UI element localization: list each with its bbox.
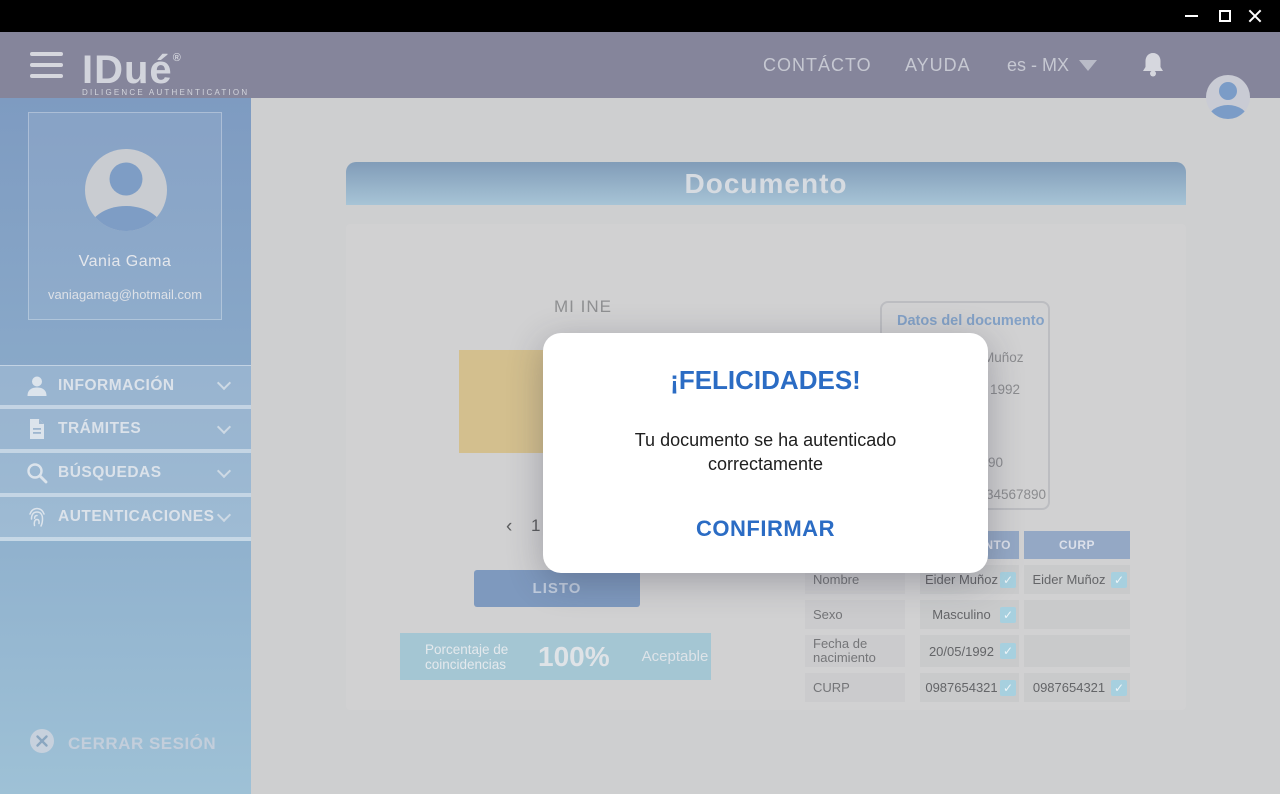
table-row: CURP 0987654321 ✓ 0987654321 ✓ (805, 673, 1131, 702)
listo-button[interactable]: LISTO (474, 570, 640, 607)
language-value: es - MX (1007, 55, 1069, 76)
sidebar-item-busquedas[interactable]: BÚSQUEDAS (0, 453, 251, 497)
confirm-button[interactable]: CONFIRMAR (543, 516, 988, 542)
language-selector[interactable]: es - MX (1007, 32, 1097, 98)
column-header-curp: CURP (1024, 531, 1130, 559)
document-data-value: 1992 (990, 382, 1020, 397)
modal-message: Tu documento se ha autenticado correctam… (595, 428, 936, 476)
document-data-title: Datos del documento (897, 313, 1097, 329)
curp-value-cell: 0987654321 ✓ (1024, 673, 1130, 702)
search-icon (26, 462, 48, 484)
chevron-down-icon (217, 376, 231, 390)
row-label: Fecha de nacimiento (805, 635, 905, 667)
curp-value-cell: ✓ (1024, 635, 1130, 667)
app-header: IDué® DILIGENCE AUTHENTICATION CONTÁCTO … (0, 32, 1280, 98)
app-window: IDué® DILIGENCE AUTHENTICATION CONTÁCTO … (0, 0, 1280, 794)
document-icon (26, 418, 48, 440)
logo-subtitle: DILIGENCE AUTHENTICATION (82, 88, 249, 97)
logout-label: CERRAR SESIÓN (68, 734, 216, 754)
logo-title: IDué® (82, 36, 249, 92)
document-data-value: 90 (988, 455, 1003, 470)
person-icon (26, 375, 48, 397)
doc-value-cell: Masculino ✓ (920, 600, 1019, 629)
sidebar-item-tramites[interactable]: TRÁMITES (0, 409, 251, 453)
chevron-down-icon (217, 419, 231, 433)
maximize-icon (1219, 10, 1231, 22)
sidebar-item-informacion[interactable]: INFORMACIÓN (0, 365, 251, 409)
profile-avatar (85, 149, 167, 231)
sidebar-item-label: BÚSQUEDAS (58, 464, 219, 482)
sidebar-item-label: AUTENTICACIONES (58, 508, 219, 526)
caret-down-icon (1079, 60, 1097, 71)
row-label: Sexo (805, 600, 905, 629)
match-status: Aceptable (642, 648, 709, 665)
profile-email: vaniagamag@hotmail.com (29, 287, 221, 302)
doc-value-cell: 0987654321 ✓ (920, 673, 1019, 702)
minimize-button[interactable] (1174, 0, 1208, 32)
menu-hamburger-icon[interactable] (30, 52, 63, 78)
profile-name: Vania Gama (29, 253, 221, 271)
nav-help-link[interactable]: AYUDA (905, 32, 971, 98)
minimize-icon (1185, 15, 1198, 17)
document-data-value: 34567890 (986, 487, 1046, 502)
pagination-prev-icon[interactable]: ‹ (506, 516, 512, 538)
fingerprint-icon (26, 506, 48, 528)
table-row: Fecha de nacimiento 20/05/1992 ✓ ✓ (805, 635, 1131, 667)
checkbox-checked[interactable]: ✓ (1000, 572, 1016, 588)
chevron-down-icon (217, 463, 231, 477)
sidebar-nav: INFORMACIÓN TRÁMITES BÚSQUEDAS (0, 365, 251, 541)
checkbox-checked[interactable]: ✓ (1000, 643, 1016, 659)
sidebar-item-autenticaciones[interactable]: AUTENTICACIONES (0, 497, 251, 541)
app-logo[interactable]: IDué® DILIGENCE AUTHENTICATION (82, 36, 249, 97)
match-value: 100% (538, 641, 610, 673)
user-avatar[interactable] (1206, 75, 1250, 119)
table-row: Sexo Masculino ✓ ✓ (805, 600, 1131, 629)
document-name-label: MI INE (493, 297, 673, 317)
success-modal: ¡FELICIDADES! Tu documento se ha autenti… (543, 333, 988, 573)
doc-value-cell: 20/05/1992 ✓ (920, 635, 1019, 667)
close-circle-icon (30, 729, 54, 758)
modal-title: ¡FELICIDADES! (543, 365, 988, 396)
sidebar-item-label: TRÁMITES (58, 420, 219, 438)
nav-contact-link[interactable]: CONTÁCTO (763, 32, 872, 98)
maximize-button[interactable] (1208, 0, 1242, 32)
document-data-value: Muñoz (983, 350, 1024, 365)
checkbox-checked[interactable]: ✓ (1000, 607, 1016, 623)
checkbox-checked[interactable]: ✓ (1111, 572, 1127, 588)
notifications-bell-icon[interactable] (1141, 52, 1165, 78)
logout-button[interactable]: CERRAR SESIÓN (30, 729, 216, 758)
checkbox-checked[interactable]: ✓ (1000, 680, 1016, 696)
close-button[interactable] (1238, 0, 1272, 32)
match-percentage-bar: Porcentaje de coincidencias 100% Aceptab… (400, 633, 711, 680)
match-label: Porcentaje de coincidencias (425, 642, 520, 672)
pagination-page-number: 1 (531, 516, 540, 536)
row-label: CURP (805, 673, 905, 702)
curp-value-cell: ✓ (1024, 600, 1130, 629)
page-title: Documento (346, 162, 1186, 205)
sidebar: Vania Gama vaniagamag@hotmail.com INFORM… (0, 98, 251, 794)
curp-value-cell: Eider Muñoz ✓ (1024, 565, 1130, 594)
sidebar-item-label: INFORMACIÓN (58, 377, 219, 395)
checkbox-checked[interactable]: ✓ (1111, 680, 1127, 696)
chevron-down-icon (217, 507, 231, 521)
profile-card: Vania Gama vaniagamag@hotmail.com (28, 112, 222, 320)
os-titlebar (0, 0, 1280, 32)
close-icon (1248, 9, 1262, 23)
